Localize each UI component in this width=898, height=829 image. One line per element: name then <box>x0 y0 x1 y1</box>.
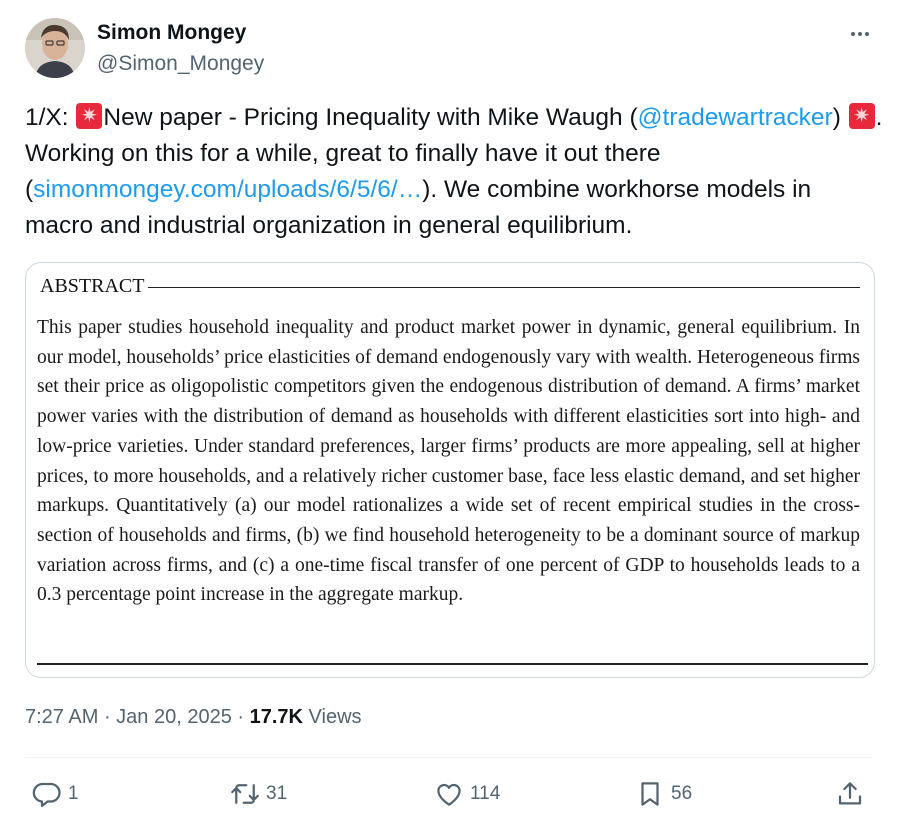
repost-button[interactable]: 31 <box>230 776 287 812</box>
siren-emoji <box>76 102 103 129</box>
reply-count: 1 <box>68 783 79 804</box>
reply-button[interactable]: 1 <box>32 776 79 812</box>
repost-icon <box>231 784 259 804</box>
abstract-body: This paper studies household inequality … <box>37 317 860 606</box>
bottom-rule <box>37 663 868 665</box>
action-bar: 1 31 114 56 <box>0 776 898 816</box>
author-handle[interactable]: @Simon_Mongey <box>97 52 264 76</box>
abstract-header: ABSTRACT <box>40 275 860 298</box>
siren-emoji <box>848 102 875 129</box>
author-name[interactable]: Simon Mongey <box>97 21 246 45</box>
bookmark-icon <box>641 782 659 806</box>
header-rule <box>148 286 860 289</box>
mention-link[interactable]: @tradewartracker <box>638 104 833 131</box>
avatar[interactable] <box>25 18 85 78</box>
tweet-meta: 7:27 AM · Jan 20, 2025 · 17.7K Views <box>25 706 362 729</box>
tweet-time[interactable]: 7:27 AM <box>25 706 98 728</box>
share-button[interactable] <box>835 776 865 812</box>
bookmark-button[interactable]: 56 <box>635 776 692 812</box>
share-icon <box>838 782 862 805</box>
bookmark-count: 56 <box>671 783 693 804</box>
like-count: 114 <box>470 783 501 804</box>
tweet-date[interactable]: Jan 20, 2025 <box>116 706 232 728</box>
abstract-heading: ABSTRACT <box>40 275 145 297</box>
divider <box>25 757 873 758</box>
meta-separator: · <box>231 706 250 728</box>
url-link[interactable]: simonmongey.com/uploads/6/5/6/… <box>33 176 422 203</box>
views-count: 17.7K <box>249 706 303 728</box>
views-label: Views <box>302 706 362 728</box>
tweet-text-part: ) <box>832 104 848 131</box>
reply-icon <box>32 782 61 807</box>
repost-count: 31 <box>266 783 288 804</box>
more-icon[interactable] <box>846 20 874 48</box>
tweet-text-part: New paper - Pricing Inequality with Mike… <box>103 104 638 131</box>
like-icon <box>437 783 461 806</box>
tweet-text: 1/X: New paper - Pricing Inequality with… <box>25 100 885 244</box>
abstract-image[interactable]: ABSTRACT This paper studies household in… <box>25 262 875 678</box>
meta-separator: · <box>98 706 117 728</box>
tweet-text-part: 1/X: <box>25 104 76 131</box>
like-button[interactable]: 114 <box>434 776 500 812</box>
